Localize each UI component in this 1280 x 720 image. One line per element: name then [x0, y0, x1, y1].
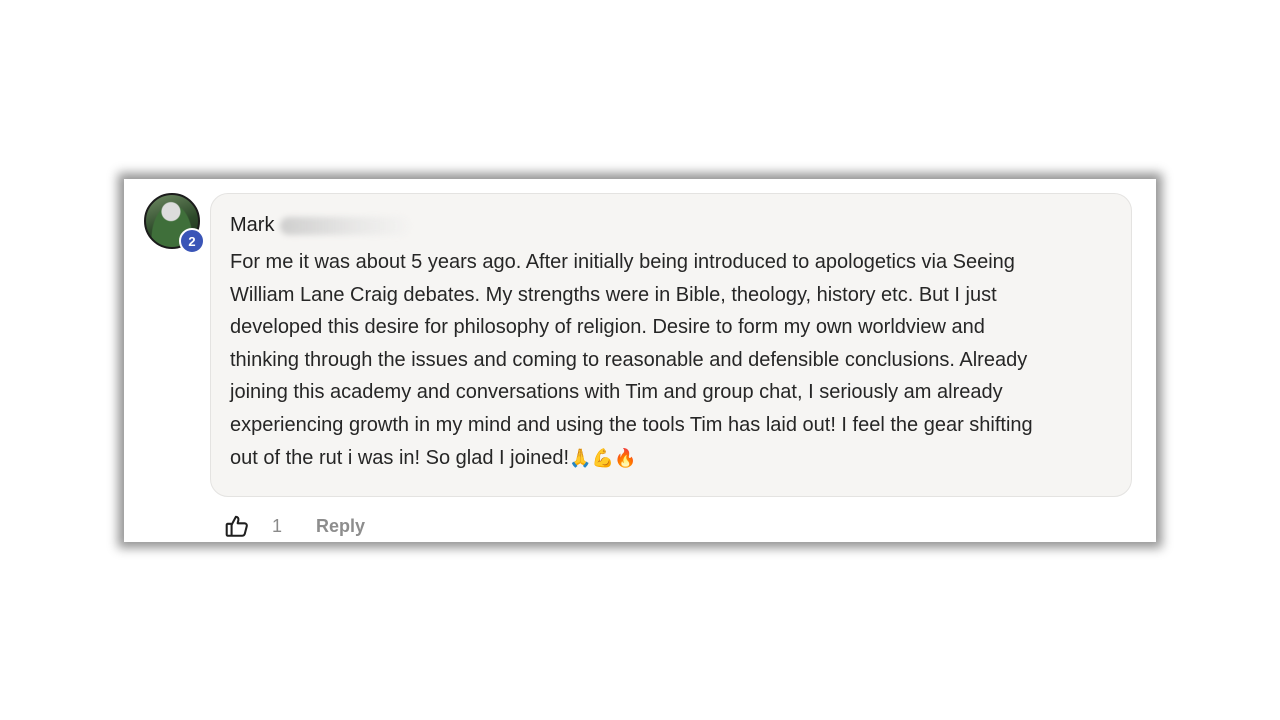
comment-text: For me it was about 5 years ago. After i… [230, 251, 1033, 469]
comment-body: For me it was about 5 years ago. After i… [230, 246, 1120, 475]
thumbs-up-icon[interactable] [224, 513, 250, 539]
reply-button[interactable]: Reply [316, 516, 365, 537]
comment-card: 2 Mark For me it was about 5 years ago. … [124, 179, 1156, 542]
author-name[interactable]: Mark [230, 214, 411, 237]
fire-emoji: 🔥 [613, 447, 637, 469]
praying-hands-emoji: 🙏 [569, 447, 592, 469]
comment-actions: 1 Reply [224, 512, 365, 540]
redacted-surname [280, 216, 411, 235]
author-first-name: Mark [230, 214, 275, 236]
flexed-biceps-emoji: 💪 [591, 447, 614, 469]
level-badge: 2 [179, 228, 205, 254]
author-avatar-group[interactable]: 2 [144, 193, 205, 254]
comment-bubble: Mark For me it was about 5 years ago. Af… [210, 193, 1132, 497]
like-count: 1 [272, 515, 283, 536]
